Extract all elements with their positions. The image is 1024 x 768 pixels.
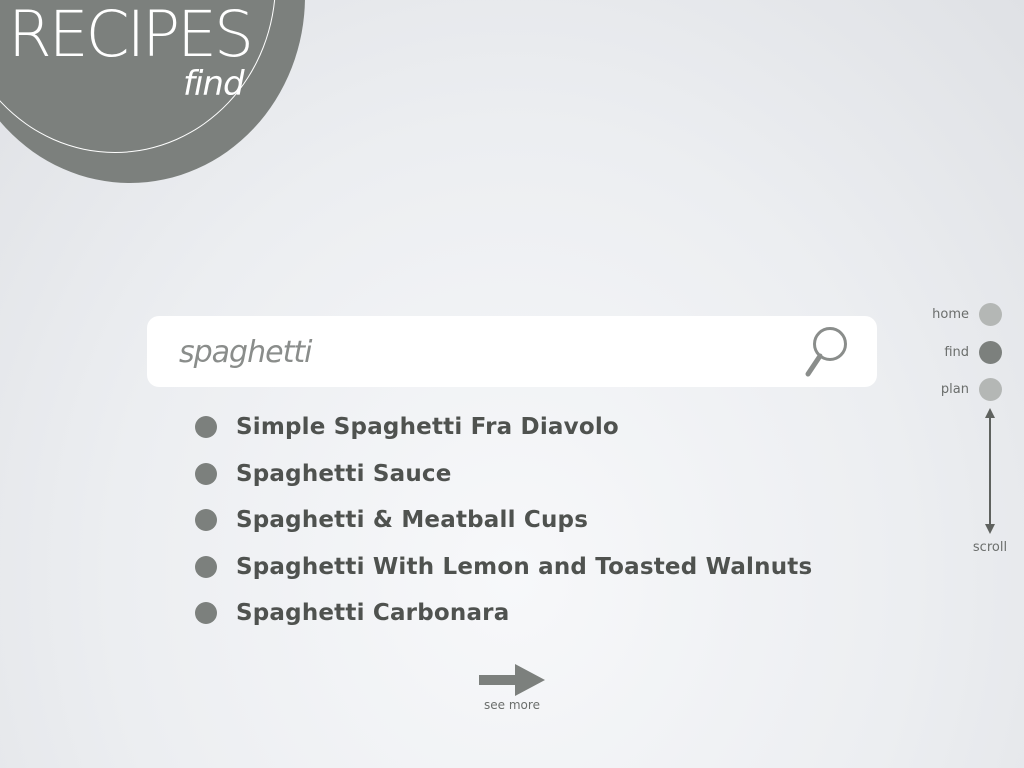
nav-dot-plan[interactable] bbox=[979, 377, 1002, 401]
nav-label-home: home bbox=[932, 306, 969, 322]
scroll-label: scroll bbox=[972, 540, 1008, 555]
search-icon[interactable] bbox=[803, 324, 853, 380]
bullet-icon bbox=[195, 416, 217, 439]
search-input[interactable] bbox=[179, 330, 779, 374]
app-title: RECIPES bbox=[8, 0, 254, 71]
see-more-label: see more bbox=[484, 698, 540, 712]
nav-label-plan: plan bbox=[940, 381, 969, 397]
nav-label-find: find bbox=[944, 344, 969, 360]
result-label: Spaghetti With Lemon and Toasted Walnuts bbox=[236, 553, 813, 580]
result-item[interactable]: Spaghetti Sauce bbox=[195, 451, 812, 498]
bullet-icon bbox=[195, 462, 217, 485]
result-item[interactable]: Spaghetti & Meatball Cups bbox=[195, 497, 812, 544]
see-more-button[interactable]: see more bbox=[474, 660, 550, 716]
bullet-icon bbox=[195, 602, 217, 625]
arrow-right-icon bbox=[479, 664, 545, 696]
nav-item-home[interactable]: home bbox=[932, 302, 1002, 326]
result-item[interactable]: Spaghetti With Lemon and Toasted Walnuts bbox=[195, 544, 812, 591]
result-item[interactable]: Simple Spaghetti Fra Diavolo bbox=[195, 404, 812, 451]
result-label: Spaghetti & Meatball Cups bbox=[236, 507, 589, 534]
result-item[interactable]: Spaghetti Carbonara bbox=[195, 590, 812, 637]
nav-item-plan[interactable]: plan bbox=[941, 377, 1002, 401]
scroll-arrow-icon[interactable] bbox=[983, 408, 997, 534]
bullet-icon bbox=[195, 555, 217, 578]
page-subtitle: find bbox=[183, 64, 245, 104]
result-label: Spaghetti Sauce bbox=[236, 460, 452, 487]
nav-dot-home[interactable] bbox=[979, 302, 1002, 326]
nav-item-find[interactable]: find bbox=[944, 340, 1002, 364]
results-list: Simple Spaghetti Fra Diavolo Spaghetti S… bbox=[195, 404, 812, 637]
result-label: Simple Spaghetti Fra Diavolo bbox=[236, 414, 619, 441]
search-box[interactable] bbox=[147, 316, 877, 387]
nav-dot-find[interactable] bbox=[979, 340, 1002, 364]
result-label: Spaghetti Carbonara bbox=[236, 600, 510, 627]
bullet-icon bbox=[195, 509, 217, 532]
